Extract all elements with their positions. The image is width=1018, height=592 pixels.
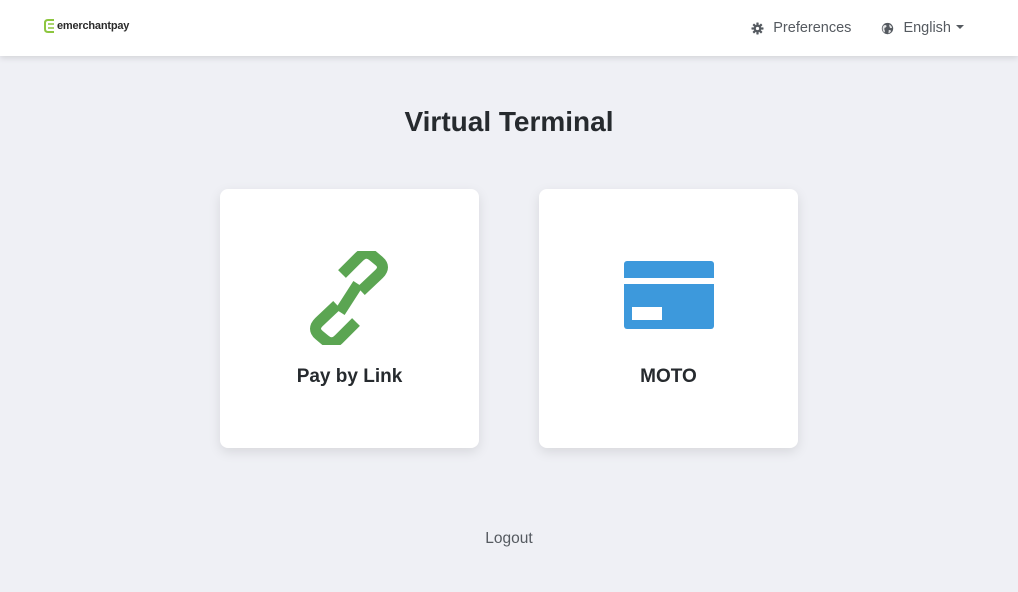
page-title: Virtual Terminal bbox=[404, 106, 614, 137]
credit-card-icon bbox=[624, 261, 714, 329]
logo-text: emerchantpay bbox=[57, 20, 130, 32]
language-label: English bbox=[903, 20, 951, 36]
logo-mark-icon bbox=[44, 19, 54, 33]
link-icon bbox=[310, 251, 388, 345]
gear-icon bbox=[751, 21, 764, 35]
nav-right: Preferences English bbox=[751, 0, 964, 56]
pay-by-link-card[interactable]: Pay by Link bbox=[220, 189, 479, 448]
brand-logo[interactable]: emerchantpay bbox=[44, 18, 129, 34]
language-dropdown[interactable]: English bbox=[881, 20, 964, 36]
logout-link[interactable]: Logout bbox=[485, 530, 532, 547]
preferences-link[interactable]: Preferences bbox=[751, 20, 851, 36]
top-navbar: emerchantpay Preferences English bbox=[0, 0, 1018, 56]
logout-container: Logout bbox=[0, 530, 1018, 548]
pay-by-link-label: Pay by Link bbox=[296, 366, 403, 387]
globe-icon bbox=[882, 22, 894, 34]
preferences-label: Preferences bbox=[773, 20, 852, 36]
moto-label: MOTO bbox=[640, 366, 697, 387]
moto-card[interactable]: MOTO bbox=[539, 189, 798, 448]
caret-down-icon bbox=[956, 25, 964, 29]
